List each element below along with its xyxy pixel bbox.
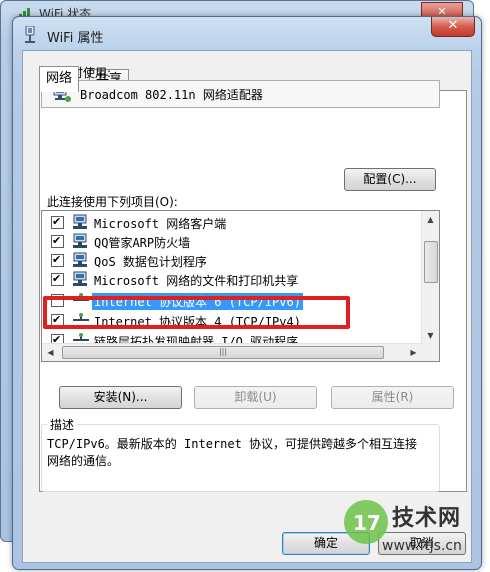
watermark-text: 技术网	[392, 506, 462, 531]
list-item[interactable]: QQ管家ARP防火墙	[42, 232, 422, 252]
scroll-left-icon[interactable]: ◀	[42, 344, 59, 361]
uninstall-button[interactable]: 卸载(U)	[194, 386, 317, 409]
items-list: Microsoft 网络客户端 QQ管家ARP防火墙 QoS 数据包计划程序 M…	[41, 210, 440, 362]
items-label: 此连接使用下列项目(O):	[47, 195, 178, 209]
svg-text:17: 17	[353, 511, 381, 535]
highlight-frame	[43, 296, 350, 329]
item-label: Microsoft 网络客户端	[94, 217, 227, 231]
list-item[interactable]: QoS 数据包计划程序	[42, 251, 422, 271]
list-item[interactable]: Microsoft 网络的文件和打印机共享	[42, 270, 422, 290]
description-text: TCP/IPv6。最新版本的 Internet 协议，可提供跨越多个相互连接网络…	[47, 437, 418, 468]
item-checkbox[interactable]	[51, 216, 64, 229]
configure-button[interactable]: 配置(C)...	[344, 168, 436, 191]
network-client-icon	[73, 233, 87, 248]
item-checkbox[interactable]	[51, 254, 64, 267]
item-label: Microsoft 网络的文件和打印机共享	[94, 274, 299, 288]
install-button[interactable]: 安装(N)...	[59, 386, 182, 409]
network-adapter-icon	[25, 26, 35, 43]
tab-network[interactable]: 网络	[39, 66, 80, 92]
scroll-down-icon[interactable]: ▼	[422, 327, 439, 344]
scroll-corner	[422, 344, 439, 361]
list-item[interactable]: Microsoft 网络客户端	[42, 213, 422, 233]
item-checkbox[interactable]	[51, 273, 64, 286]
network-client-icon	[73, 252, 87, 267]
vertical-scrollbar[interactable]: ▲ ▼	[421, 211, 439, 344]
network-client-icon	[73, 214, 87, 229]
adapter-box: Broadcom 802.11n 网络适配器	[41, 80, 440, 108]
dialog-title: WiFi 属性	[47, 31, 104, 46]
item-label: QoS 数据包计划程序	[94, 255, 207, 269]
item-checkbox[interactable]	[51, 235, 64, 248]
watermark-url: www.ftjs.cn	[382, 538, 462, 554]
properties-button[interactable]: 属性(R)	[331, 386, 454, 409]
adapter-name: Broadcom 802.11n 网络适配器	[80, 88, 263, 102]
scroll-up-icon[interactable]: ▲	[422, 211, 439, 228]
close-button[interactable]: ✕	[431, 17, 475, 37]
network-client-icon	[73, 271, 87, 286]
scroll-right-icon[interactable]: ▶	[405, 344, 422, 361]
description-title: 描述	[47, 416, 78, 433]
scroll-thumb[interactable]: |||	[62, 346, 384, 359]
horizontal-scrollbar[interactable]: ◀ ||| ▶	[42, 343, 422, 361]
scroll-thumb[interactable]	[424, 241, 438, 283]
item-label: QQ管家ARP防火墙	[94, 236, 191, 250]
